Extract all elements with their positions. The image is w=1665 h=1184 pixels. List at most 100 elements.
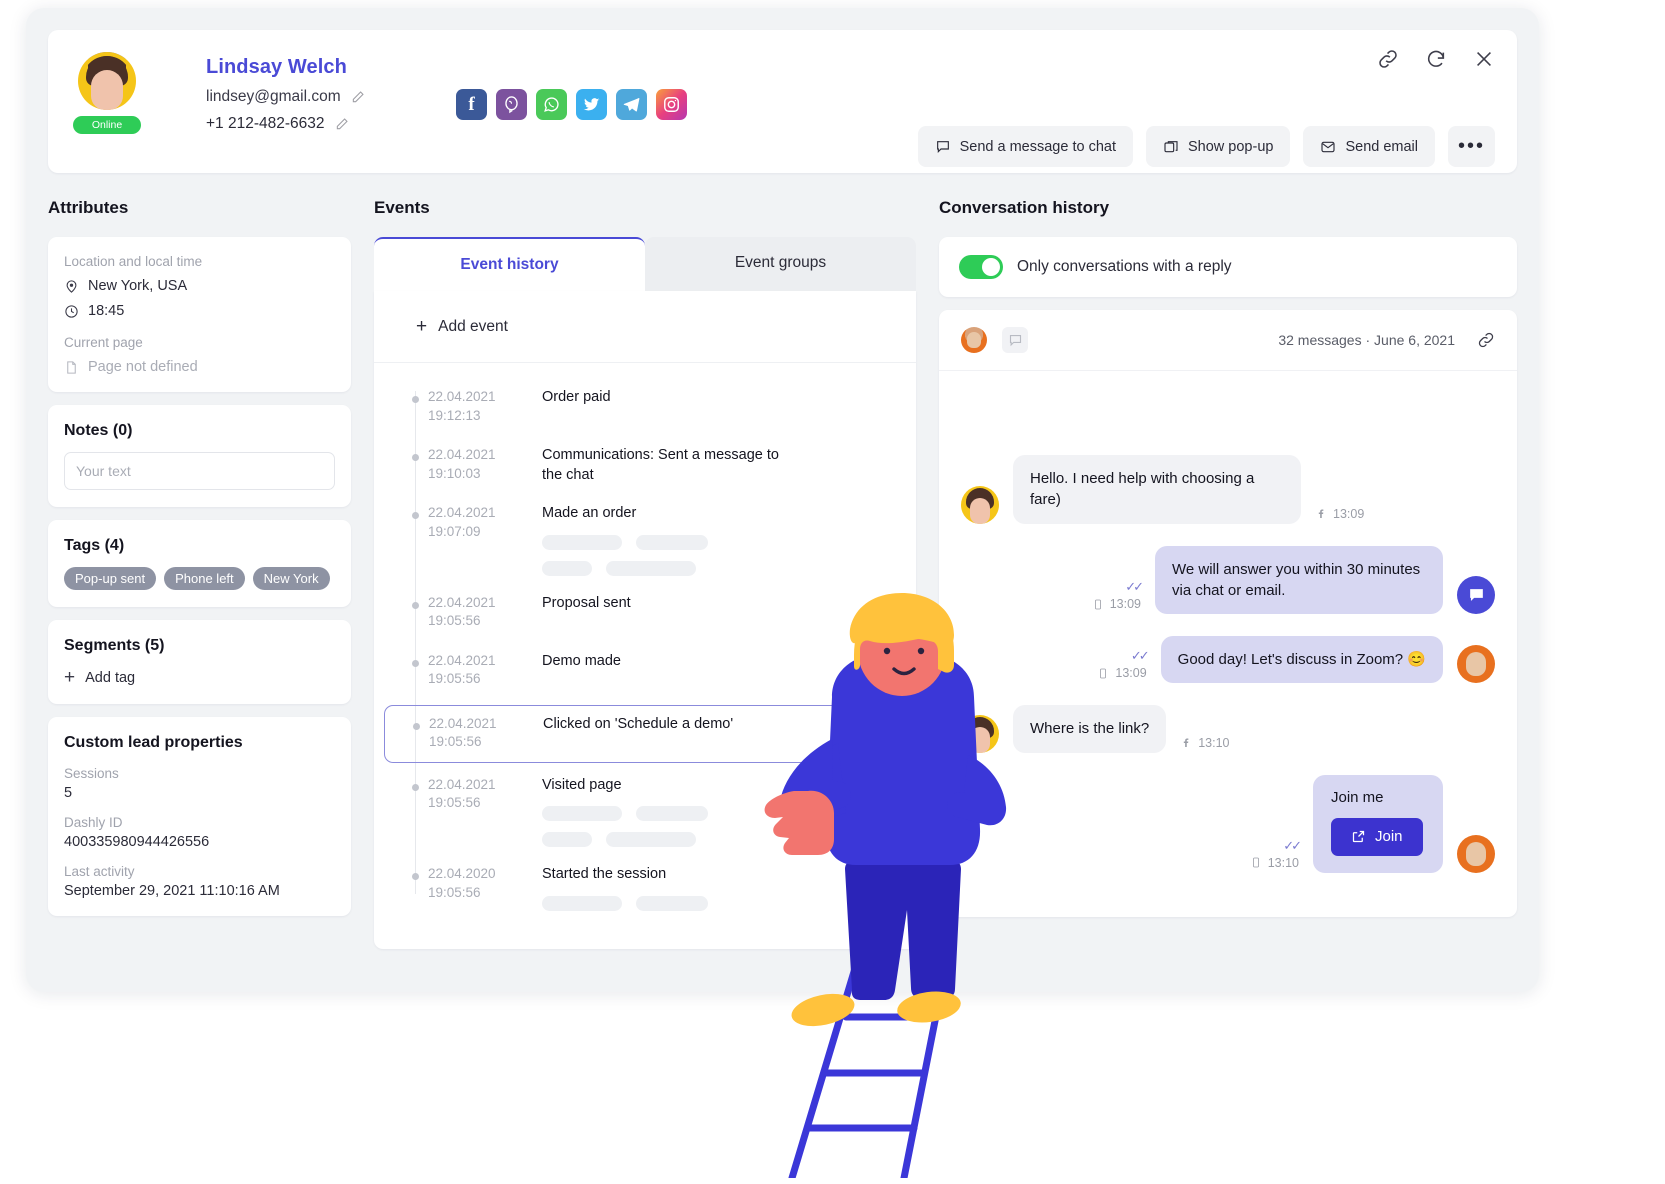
- placeholder-bar: [606, 832, 696, 848]
- custom-properties-title: Custom lead properties: [64, 734, 243, 751]
- facebook-icon: [1318, 509, 1324, 519]
- timeline-dot: [413, 722, 420, 730]
- event-detail-placeholder: [542, 895, 708, 911]
- tab-event-history[interactable]: Event history: [374, 237, 645, 291]
- message-list: Hello. I need help with choosing a fare)…: [939, 371, 1517, 873]
- close-icon[interactable]: [1473, 48, 1495, 70]
- instagram-icon[interactable]: [656, 89, 687, 120]
- location-value: New York, USA: [88, 278, 188, 294]
- event-name: Order paid: [542, 389, 611, 405]
- tag-list: Pop-up sent Phone left New York: [64, 567, 335, 590]
- attributes-column: Attributes Location and local time New Y…: [48, 198, 351, 949]
- add-event-label: Add event: [438, 317, 508, 335]
- message-stamp: ✓✓ 13:09: [1097, 648, 1150, 681]
- agent-avatar: [961, 327, 987, 353]
- phone-row: +1 212-482-6632: [206, 115, 365, 133]
- more-actions-button[interactable]: •••: [1448, 126, 1495, 167]
- location-row: New York, USA: [64, 278, 335, 294]
- message-stamp: 13:09: [1315, 507, 1364, 521]
- send-email-button[interactable]: Send email: [1303, 126, 1435, 167]
- twitter-icon[interactable]: [576, 89, 607, 120]
- chat-icon: [1009, 334, 1021, 346]
- message-time: 13:09: [1115, 666, 1147, 681]
- timeline-dot: [412, 659, 419, 667]
- tag-item[interactable]: Pop-up sent: [64, 567, 157, 590]
- pin-icon: [66, 279, 77, 293]
- email-row: lindsey@gmail.com: [206, 88, 365, 106]
- current-page-row: Page not defined: [64, 359, 335, 375]
- event-name: Clicked on 'Schedule a demo': [543, 715, 734, 732]
- event-timestamp: 22.04.2021 19:05:56: [429, 715, 497, 750]
- placeholder-bar: [636, 806, 708, 822]
- phone-value: +1 212-482-6632: [206, 115, 325, 132]
- popup-icon: [1164, 140, 1178, 152]
- add-event-button[interactable]: + Add event: [374, 291, 916, 363]
- event-row-selected[interactable]: 22.04.2021 19:05:56 Clicked on 'Schedule a…: [384, 704, 906, 763]
- clock-icon: [65, 304, 78, 318]
- toggle-knob: [982, 258, 1000, 276]
- status-badge: Online: [73, 116, 141, 134]
- plus-icon: +: [416, 316, 428, 337]
- join-button[interactable]: Join: [1331, 817, 1423, 856]
- tab-event-groups[interactable]: Event groups: [645, 237, 916, 291]
- placeholder-bar: [542, 560, 592, 576]
- conversation-title: Conversation history: [939, 198, 1110, 217]
- tag-item[interactable]: Phone left: [164, 567, 245, 590]
- location-card: Location and local time New York, USA 18…: [48, 237, 351, 392]
- message-stamp: ✓✓ 13:10: [1250, 838, 1302, 870]
- notes-input[interactable]: [64, 452, 335, 490]
- only-replies-toggle[interactable]: [959, 255, 1003, 279]
- event-detail-placeholder: [542, 806, 708, 822]
- whatsapp-icon[interactable]: [536, 89, 567, 120]
- avatar: [961, 485, 999, 524]
- message-row: ✓✓ 13:09 Good day! Let's discuss in Zoom…: [961, 636, 1495, 684]
- event-row[interactable]: 22.04.2021 19:05:56 Demo made: [374, 643, 916, 701]
- avatar: [78, 52, 136, 110]
- send-message-button[interactable]: Send a message to chat: [917, 126, 1133, 167]
- notes-title: Notes (0): [64, 422, 133, 439]
- event-name: Started the session: [542, 866, 667, 883]
- lead-header: Online Lindsay Welch lindsey@gmail.com +…: [48, 30, 1517, 173]
- link-icon[interactable]: [1477, 331, 1495, 349]
- device-icon: [1252, 857, 1259, 868]
- edit-email-icon[interactable]: [351, 90, 365, 104]
- facebook-icon: [1184, 738, 1189, 748]
- current-page-label: Current page: [64, 335, 143, 350]
- message-row: Where is the link? 13:10: [961, 705, 1495, 753]
- current-page-value: Page not defined: [88, 359, 198, 375]
- device-icon: [1100, 668, 1107, 679]
- message-row: ✓✓ 13:10 Join me Join: [961, 774, 1495, 873]
- show-popup-label: Show pop-up: [1188, 138, 1274, 155]
- plus-icon: +: [64, 667, 76, 688]
- event-name: Proposal sent: [542, 594, 631, 611]
- link-icon[interactable]: [1377, 48, 1399, 70]
- identity-block: Lindsay Welch lindsey@gmail.com +1 212-4…: [206, 56, 365, 133]
- conversation-header: 32 messages · June 6, 2021: [939, 310, 1517, 371]
- refresh-icon[interactable]: [1425, 48, 1447, 70]
- facebook-icon[interactable]: f: [456, 89, 487, 120]
- event-row[interactable]: 22.04.2021 19:12:13 Order paid: [374, 379, 916, 437]
- event-row[interactable]: 22.04.2021 19:05:56 Proposal sent: [374, 585, 916, 643]
- telegram-icon[interactable]: [616, 89, 647, 120]
- event-row[interactable]: 22.04.2021 19:10:03 Communications: Sent a…: [374, 437, 916, 495]
- segments-card: Segments (5) + Add tag: [48, 620, 351, 704]
- timeline-dot: [412, 396, 419, 403]
- events-column: Events Event history Event groups + Add …: [374, 198, 916, 949]
- lead-profile-panel: Online Lindsay Welch lindsey@gmail.com +…: [26, 8, 1539, 992]
- read-ticks-icon: ✓✓: [1125, 579, 1144, 595]
- viber-icon[interactable]: [496, 89, 527, 120]
- page-icon: [67, 360, 76, 374]
- local-time-value: 18:45: [88, 303, 125, 319]
- property-value: 5: [64, 785, 73, 801]
- event-row[interactable]: 22.04.2020 19:05:56 Started the session: [374, 856, 916, 920]
- event-row[interactable]: 22.04.2021 19:05:56 Visited page: [374, 767, 916, 857]
- join-card-title: Join me: [1331, 788, 1384, 806]
- placeholder-bar: [542, 806, 622, 822]
- tag-item[interactable]: New York: [252, 567, 330, 590]
- event-row[interactable]: 22.04.2021 19:07:09 Made an order: [374, 495, 916, 585]
- notes-card: Notes (0): [48, 405, 351, 507]
- show-popup-button[interactable]: Show pop-up: [1146, 126, 1291, 167]
- add-tag-button[interactable]: + Add tag: [64, 668, 335, 687]
- edit-phone-icon[interactable]: [335, 117, 349, 131]
- attributes-title: Attributes: [48, 198, 129, 217]
